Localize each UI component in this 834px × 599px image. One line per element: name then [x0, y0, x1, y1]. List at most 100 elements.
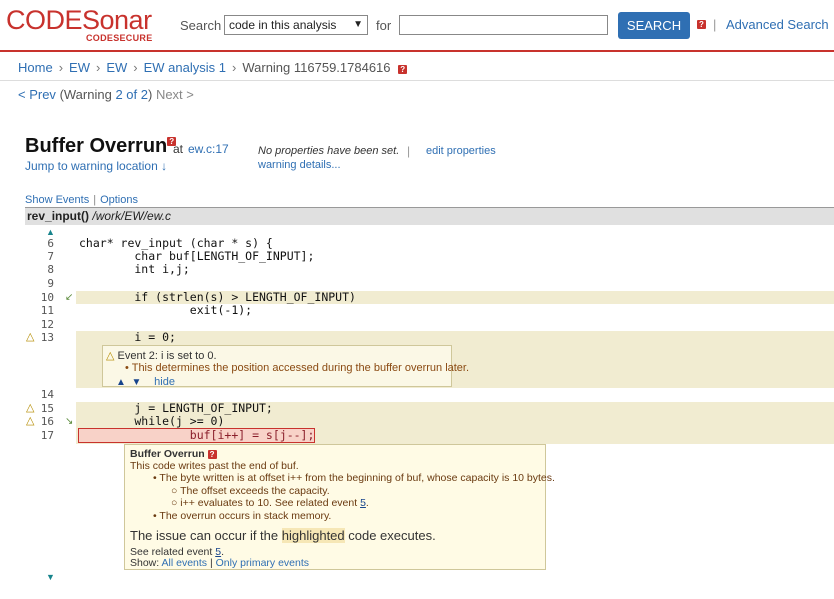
logo-wordmark: CODESonar	[6, 5, 152, 35]
event-title: △ Event 2: i is set to 0.	[106, 349, 217, 362]
event-nav: ▲ ▼ hide	[116, 376, 175, 388]
breadcrumb-home[interactable]: Home	[18, 60, 53, 75]
scroll-up-icon[interactable]: ▲	[46, 227, 55, 237]
detail-subbullet-end: .	[365, 497, 369, 509]
function-file-path: /work/EW/ew.c	[92, 209, 172, 223]
warning-location-link[interactable]: ew.c:17	[188, 142, 229, 156]
breadcrumb-separator: ›	[133, 60, 138, 75]
top-bar: CODESonar CODESECURE Search code in this…	[0, 0, 834, 52]
code-line: int i,j;	[79, 262, 190, 276]
event-next-icon[interactable]: ▼	[131, 377, 141, 388]
warning-triangle-icon: △	[26, 402, 35, 414]
search-scope-select[interactable]: code in this analysis ▼	[224, 15, 368, 35]
detail-bullet: • The byte written is at offset i++ from…	[153, 472, 555, 484]
edit-properties-link[interactable]: edit properties	[426, 145, 496, 157]
path-arrow-icon: ↙	[65, 292, 74, 303]
code-line: while(j >= 0)	[79, 414, 225, 428]
breadcrumb-ew-project[interactable]: EW	[69, 60, 90, 75]
search-input[interactable]	[399, 15, 608, 35]
event-label: Event 2:	[117, 350, 158, 362]
breadcrumb-analysis[interactable]: EW analysis 1	[144, 60, 226, 75]
scroll-down-icon[interactable]: ▼	[46, 572, 55, 582]
breadcrumb-separator: ›	[232, 60, 237, 75]
summary-pre: The issue can occur if the	[130, 528, 282, 543]
listing-options: Show Events | Options	[25, 194, 138, 206]
code-line-warning: buf[i++] = s[j--];	[77, 428, 316, 443]
page-title: Buffer Overrun?	[25, 135, 177, 158]
codesonar-logo[interactable]: CODESonar CODESECURE	[6, 5, 152, 43]
pager-close: )	[147, 87, 153, 102]
code-line: i = 0;	[79, 330, 176, 344]
options-link[interactable]: Options	[100, 194, 138, 206]
detail-description: This code writes past the end of buf.	[130, 460, 299, 472]
event-bullet-text: This determines the position accessed du…	[131, 362, 470, 374]
warning-triangle-icon: △	[26, 331, 35, 343]
breadcrumb-separator: ›	[58, 60, 64, 75]
search-button[interactable]: SEARCH	[618, 12, 690, 39]
detail-title-text: Buffer Overrun	[130, 448, 205, 460]
no-properties-text: No properties have been set.	[258, 145, 400, 157]
jump-to-location-link[interactable]: Jump to warning location ↓	[25, 159, 167, 173]
advanced-search-link[interactable]: Advanced Search	[726, 17, 829, 32]
show-separator: |	[209, 557, 213, 569]
warning-class-title: Buffer Overrun	[25, 135, 168, 157]
detail-bullet-text: The byte written is at offset i++ from t…	[159, 472, 555, 484]
props-separator: |	[407, 144, 411, 158]
warning-pager: < Prev (Warning 2 of 2) Next >	[18, 87, 194, 102]
detail-title: Buffer Overrun ?	[130, 448, 217, 460]
help-icon[interactable]: ?	[697, 20, 706, 29]
detail-subbullet-text: i++ evaluates to 10. See related event	[180, 497, 361, 509]
for-label: for	[376, 18, 392, 33]
show-events-line: Show: All events | Only primary events	[130, 557, 309, 569]
detail-subbullet: ○ The offset exceeds the capacity.	[171, 485, 330, 497]
path-arrow-icon: ↘	[65, 416, 74, 427]
event-prev-icon[interactable]: ▲	[116, 377, 126, 388]
summary-highlight: highlighted	[281, 528, 345, 543]
line-number: 10	[40, 291, 54, 304]
code-line: exit(-1);	[79, 303, 253, 317]
detail-bullet-text: The overrun occurs in stack memory.	[159, 510, 332, 522]
warning-triangle-icon: △	[26, 415, 35, 427]
breadcrumb: Home › EW › EW › EW analysis 1 › Warning 116759.…	[18, 60, 408, 75]
line-number: 6	[47, 237, 54, 250]
event-hide-link[interactable]: hide	[154, 376, 175, 388]
pager-position[interactable]: 2 of 2	[115, 87, 148, 102]
logo-subtitle: CODESECURE	[86, 33, 153, 43]
breadcrumb-bar: Home › EW › EW › EW analysis 1 › Warning 116759.…	[0, 52, 834, 81]
line-number: 11	[40, 304, 54, 317]
breadcrumb-current-warning: Warning 116759.1784616	[242, 60, 391, 75]
breadcrumb-ew[interactable]: EW	[106, 60, 127, 75]
event-bullet: • This determines the position accessed …	[125, 362, 470, 374]
detail-bullet: • The overrun occurs in stack memory.	[153, 510, 332, 522]
detail-subbullet: ○ i++ evaluates to 10. See related event…	[171, 497, 369, 509]
detail-summary: The issue can occur if the highlighted c…	[130, 528, 436, 543]
breadcrumb-separator: ›	[95, 60, 101, 75]
primary-events-link[interactable]: Only primary events	[216, 557, 309, 569]
line-number: 14	[40, 388, 54, 401]
show-events-link[interactable]: Show Events	[25, 194, 89, 206]
show-label: Show:	[130, 557, 160, 569]
search-scope-value: code in this analysis	[229, 18, 337, 32]
pager-open: (Warning	[59, 87, 116, 102]
event-annotation: △ Event 2: i is set to 0. • This determi…	[102, 345, 469, 388]
chevron-down-icon: ▼	[353, 19, 363, 30]
line-number: 17	[40, 429, 54, 442]
help-icon[interactable]: ?	[207, 450, 217, 459]
options-separator: |	[93, 194, 97, 206]
header-separator: |	[713, 17, 717, 32]
prev-link[interactable]: < Prev	[18, 87, 56, 102]
help-icon[interactable]: ?	[398, 65, 408, 74]
function-header: rev_input() /work/EW/ew.c	[25, 207, 834, 225]
function-name: rev_input()	[27, 209, 90, 223]
line-number: 9	[47, 277, 54, 290]
detail-subbullet-text: The offset exceeds the capacity.	[180, 485, 330, 497]
all-events-link[interactable]: All events	[162, 557, 208, 569]
warning-details-link[interactable]: warning details...	[258, 159, 341, 171]
next-link: Next >	[155, 87, 194, 102]
at-label: at	[173, 142, 184, 156]
search-label: Search	[180, 18, 222, 33]
event-text: i is set to 0.	[160, 350, 217, 362]
line-number: 8	[47, 263, 54, 276]
line-number: 12	[40, 318, 54, 331]
warning-triangle-icon: △	[106, 350, 115, 362]
